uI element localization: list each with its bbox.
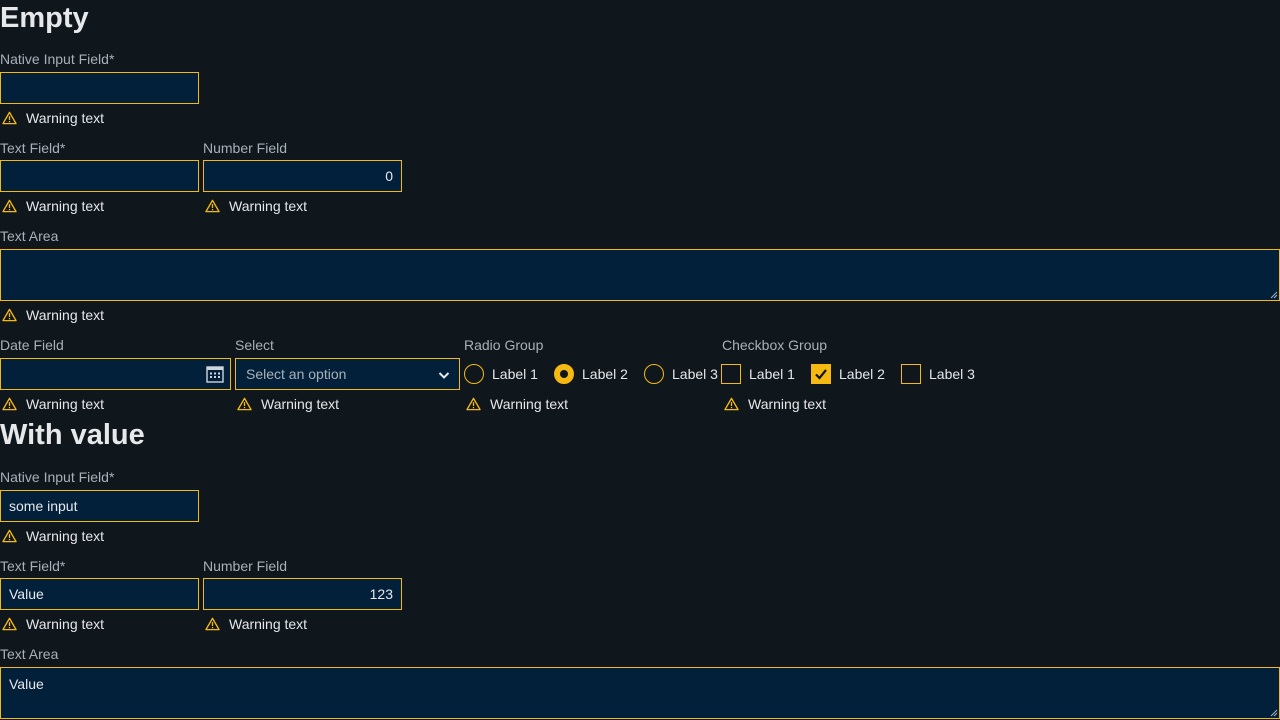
form-states-page: Empty Native Input Field* Warning text T…: [0, 0, 1280, 720]
date-field-label: Date Field: [0, 337, 64, 353]
warning-triangle-icon: [2, 308, 17, 322]
native-input-label: Native Input Field*: [0, 469, 115, 485]
date-field-warning: Warning text: [0, 395, 104, 413]
warning-triangle-icon: [205, 199, 220, 213]
number-field-warning: Warning text: [203, 615, 307, 633]
radio-option-2-label[interactable]: Label 2: [582, 365, 628, 383]
warning-triangle-icon: [237, 397, 252, 411]
native-input-warning: Warning text: [0, 109, 104, 127]
number-field-input[interactable]: 123: [203, 578, 402, 610]
text-area-input[interactable]: Value: [0, 667, 1280, 719]
warning-text: Warning text: [229, 616, 308, 632]
native-input-warning: Warning text: [0, 527, 104, 545]
warning-triangle-icon: [205, 617, 220, 631]
native-input-label: Native Input Field*: [0, 51, 115, 67]
calendar-icon[interactable]: [206, 365, 224, 383]
text-field-input[interactable]: [0, 160, 199, 192]
number-field-warning: Warning text: [203, 197, 307, 215]
warning-text: Warning text: [26, 307, 105, 323]
select-dropdown[interactable]: Select an option: [235, 358, 460, 390]
radio-option-3-label[interactable]: Label 3: [672, 365, 718, 383]
text-field-warning: Warning text: [0, 197, 104, 215]
select-warning: Warning text: [235, 395, 339, 413]
number-field-label: Number Field: [203, 140, 288, 156]
warning-text: Warning text: [26, 198, 105, 214]
select-label: Select: [235, 337, 274, 353]
radio-option-2[interactable]: [554, 364, 574, 384]
warning-triangle-icon: [724, 397, 739, 411]
warning-triangle-icon: [2, 199, 17, 213]
warning-triangle-icon: [466, 397, 481, 411]
warning-text: Warning text: [26, 528, 105, 544]
checkbox-option-1[interactable]: [721, 364, 741, 384]
text-area-label: Text Area: [0, 646, 59, 662]
checkbox-group-warning: Warning text: [722, 395, 826, 413]
radio-option-1[interactable]: [464, 364, 484, 384]
warning-text: Warning text: [26, 396, 105, 412]
resize-handle-icon[interactable]: [1270, 291, 1278, 299]
number-field-label: Number Field: [203, 558, 288, 574]
checkbox-option-1-label[interactable]: Label 1: [749, 365, 795, 383]
checkbox-option-3[interactable]: [901, 364, 921, 384]
text-field-label: Text Field*: [0, 558, 66, 574]
text-field-label: Text Field*: [0, 140, 66, 156]
text-field-input[interactable]: Value: [0, 578, 199, 610]
checkmark-icon: [815, 369, 827, 380]
native-input-field[interactable]: some input: [0, 490, 199, 522]
warning-text: Warning text: [26, 616, 105, 632]
warning-text: Warning text: [26, 110, 105, 126]
text-area-label: Text Area: [0, 228, 59, 244]
checkbox-option-2[interactable]: [811, 364, 831, 384]
warning-triangle-icon: [2, 617, 17, 631]
text-area-value: Value: [9, 676, 44, 692]
text-field-warning: Warning text: [0, 615, 104, 633]
number-field-input[interactable]: 0: [203, 160, 402, 192]
text-area-warning: Warning text: [0, 306, 104, 324]
date-field-input[interactable]: [0, 358, 231, 390]
radio-option-1-label[interactable]: Label 1: [492, 365, 538, 383]
select-placeholder: Select an option: [246, 366, 347, 382]
warning-triangle-icon: [2, 111, 17, 125]
warning-triangle-icon: [2, 397, 17, 411]
native-input-field[interactable]: [0, 72, 199, 104]
checkbox-group-label: Checkbox Group: [722, 337, 828, 353]
resize-handle-icon[interactable]: [1270, 709, 1278, 717]
checkbox-option-3-label[interactable]: Label 3: [929, 365, 975, 383]
warning-text: Warning text: [261, 396, 340, 412]
radio-group-warning: Warning text: [464, 395, 568, 413]
warning-text: Warning text: [490, 396, 569, 412]
warning-triangle-icon: [2, 529, 17, 543]
radio-group-label: Radio Group: [464, 337, 544, 353]
chevron-down-icon: [438, 372, 450, 379]
section-heading-empty: Empty: [0, 2, 89, 34]
text-area-input[interactable]: [0, 249, 1280, 301]
radio-option-3[interactable]: [644, 364, 664, 384]
warning-text: Warning text: [748, 396, 827, 412]
section-heading-with-value: With value: [0, 419, 145, 451]
checkbox-option-2-label[interactable]: Label 2: [839, 365, 885, 383]
warning-text: Warning text: [229, 198, 308, 214]
